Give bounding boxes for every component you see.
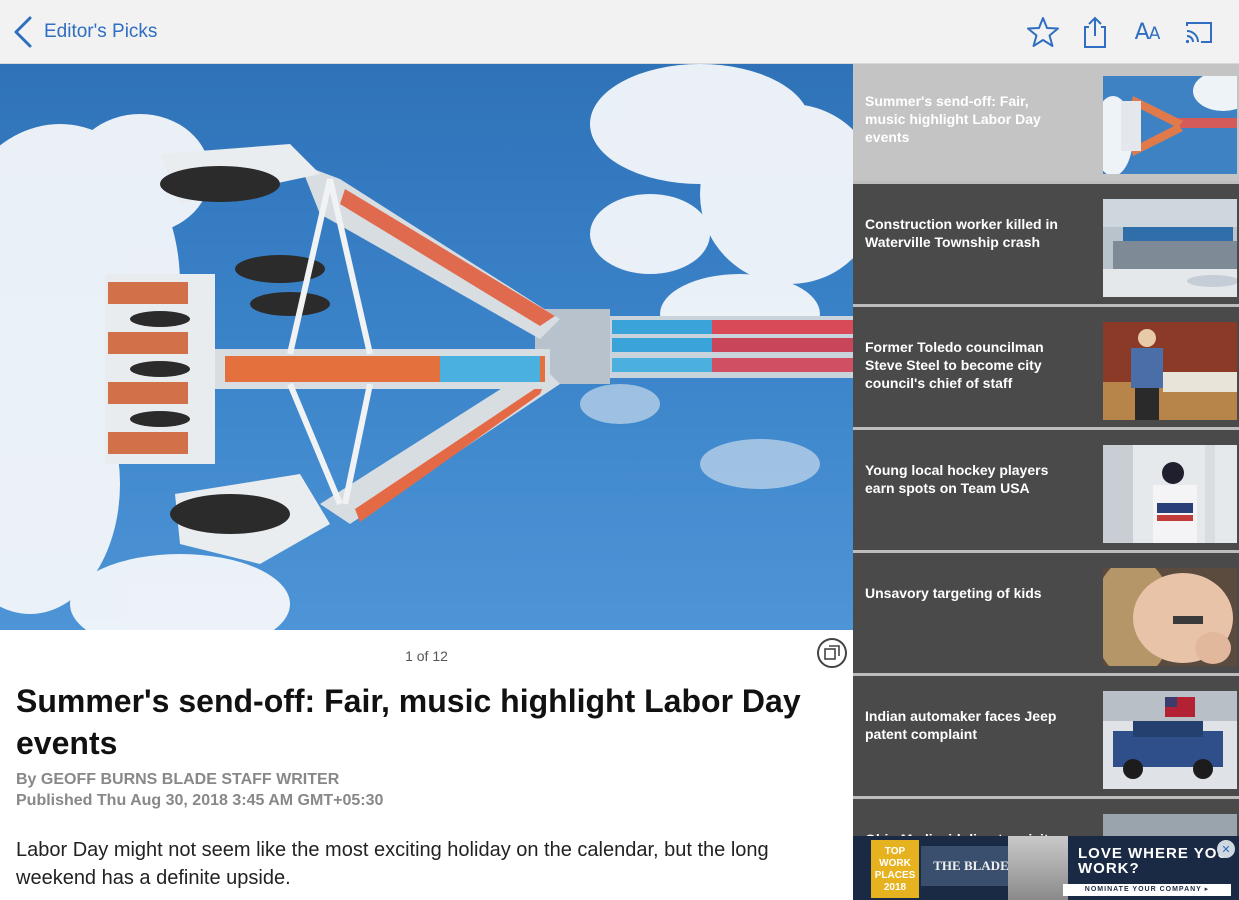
article-byline: By GEOFF BURNS BLADE STAFF WRITER xyxy=(16,771,340,788)
hero-photo[interactable] xyxy=(0,64,853,630)
sidebar-story-item[interactable]: Unsavory targeting of kids xyxy=(853,556,1239,676)
chevron-left-icon xyxy=(14,16,32,48)
toolbar-actions: AA xyxy=(1017,12,1225,52)
sidebar-story-title: Construction worker killed in Waterville… xyxy=(865,216,1058,250)
advertisement-banner[interactable]: TOP WORK PLACES 2018 THE BLADE LOVE WHER… xyxy=(853,836,1239,900)
gallery-button[interactable] xyxy=(817,638,847,668)
sidebar-story-title: Young local hockey players earn spots on… xyxy=(865,462,1049,496)
sidebar-story-item[interactable]: Former Toledo councilman Steve Steel to … xyxy=(853,310,1239,430)
ad-headline: LOVE WHERE YOU WORK? xyxy=(1078,845,1230,877)
ad-close-icon[interactable]: ✕ xyxy=(1217,840,1235,858)
favorite-button[interactable] xyxy=(1017,12,1069,52)
cast-button[interactable] xyxy=(1173,12,1225,52)
sidebar-story-title: Unsavory targeting of kids xyxy=(865,585,1042,601)
cast-icon xyxy=(1185,22,1212,44)
sidebar-story-item[interactable]: Indian automaker faces Jeep patent compl… xyxy=(853,679,1239,799)
share-button[interactable] xyxy=(1069,12,1121,52)
sidebar-story-item[interactable]: Young local hockey players earn spots on… xyxy=(853,433,1239,553)
text-size-label-big: A xyxy=(1134,19,1150,45)
article-body: Labor Day might not seem like the most e… xyxy=(16,839,769,889)
sidebar-story-thumbnail xyxy=(1103,199,1237,297)
gallery-icon xyxy=(824,645,840,660)
related-stories-sidebar: Summer's send-off: Fair, music highlight… xyxy=(853,64,1239,900)
ad-badge: TOP WORK PLACES 2018 xyxy=(871,840,919,898)
share-icon xyxy=(1084,16,1106,48)
back-button[interactable]: Editor's Picks xyxy=(12,14,157,50)
sidebar-story-title: Former Toledo councilman Steve Steel to … xyxy=(865,339,1044,391)
sidebar-story-thumbnail xyxy=(1103,568,1237,666)
sidebar-story-thumbnail xyxy=(1103,445,1237,543)
photo-counter: 1 of 12 xyxy=(405,648,448,664)
article-published-date: Published Thu Aug 30, 2018 3:45 AM GMT+0… xyxy=(16,792,384,809)
ad-photo xyxy=(1008,836,1068,900)
sidebar-story-title: Summer's send-off: Fair, music highlight… xyxy=(865,93,1041,145)
text-size-button[interactable]: AA xyxy=(1121,12,1173,52)
sidebar-story-title: Indian automaker faces Jeep patent compl… xyxy=(865,708,1057,742)
sidebar-story-thumbnail xyxy=(1103,322,1237,420)
article-headline: Summer's send-off: Fair, music highlight… xyxy=(16,683,801,761)
text-size-label-small: A xyxy=(1148,23,1161,44)
sidebar-story-item[interactable]: Summer's send-off: Fair, music highlight… xyxy=(853,64,1239,184)
sidebar-story-thumbnail xyxy=(1103,76,1237,174)
star-icon xyxy=(1027,17,1059,47)
text-size-icon: AA xyxy=(1134,19,1161,45)
top-bar: Editor's Picks AA xyxy=(0,0,1239,64)
back-label: Editor's Picks xyxy=(44,21,158,42)
sidebar-story-thumbnail xyxy=(1103,691,1237,789)
sidebar-story-item[interactable]: Construction worker killed in Waterville… xyxy=(853,187,1239,307)
ad-brand: THE BLADE xyxy=(921,846,1021,886)
fair-ride-photo xyxy=(0,64,853,630)
ad-cta: NOMINATE YOUR COMPANY ▸ xyxy=(1063,884,1231,896)
